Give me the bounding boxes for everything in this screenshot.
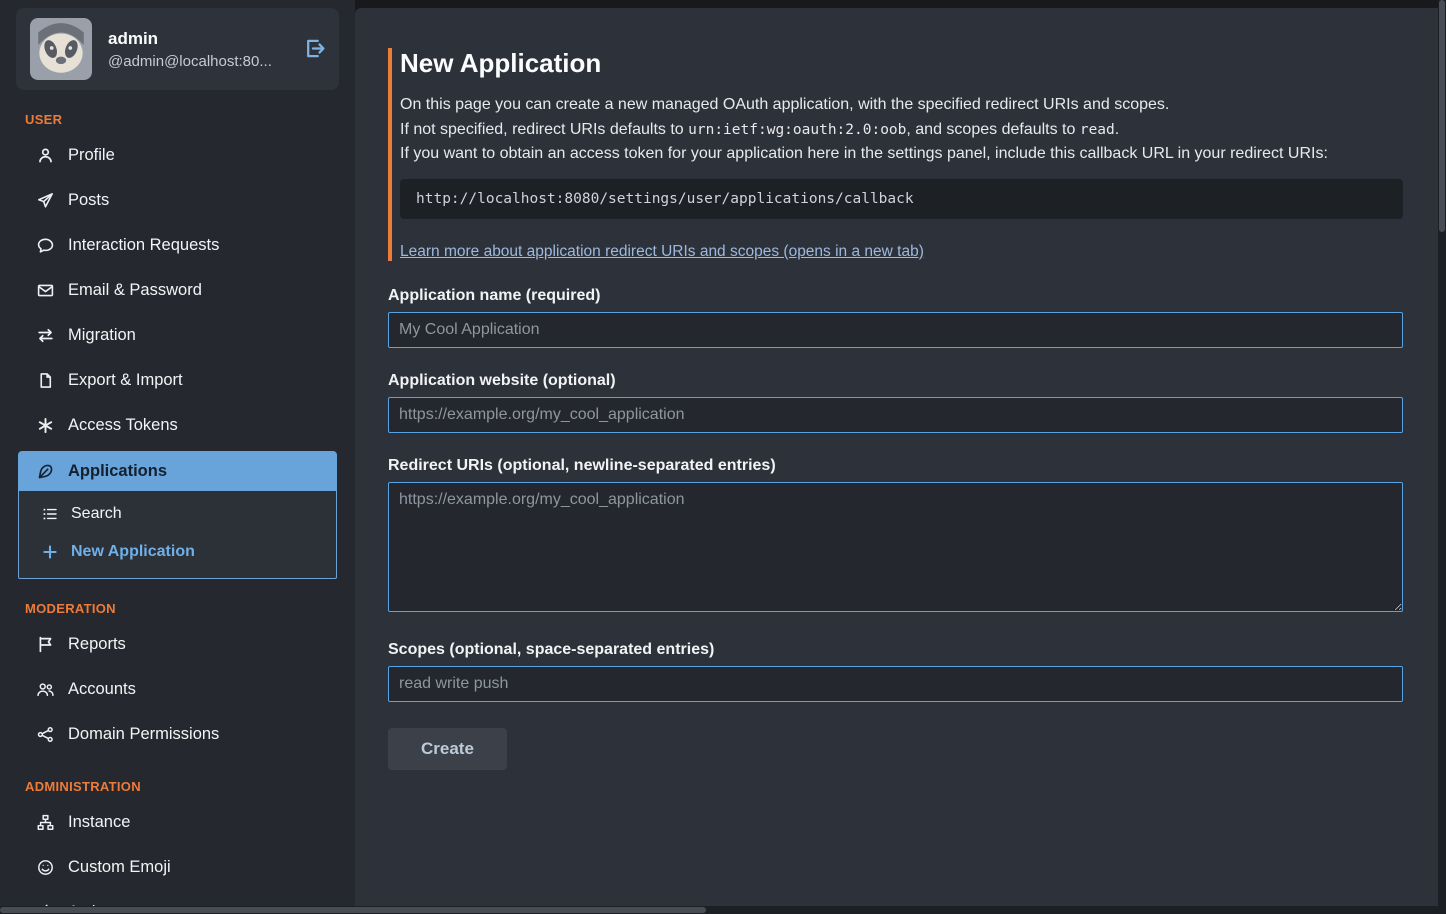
horizontal-scrollbar[interactable] [0,906,1446,914]
application-name-field: Application name (required) [388,287,1403,348]
sidebar-item-label: Migration [68,326,136,345]
comment-icon [36,237,55,254]
sidebar-item-label: Export & Import [68,371,183,390]
sidebar-item-new-application[interactable]: New Application [19,533,336,571]
flag-icon [36,636,55,653]
vertical-scrollbar[interactable] [1438,0,1446,914]
sidebar-item-applications[interactable]: Applications [18,451,337,491]
vertical-scrollbar-thumb[interactable] [1439,0,1445,232]
sidebar-item-label: Applications [68,462,167,481]
sidebar-item-label: Search [71,505,122,523]
sidebar-item-posts[interactable]: Posts [0,178,355,223]
redirect-uris-field: Redirect URIs (optional, newline-separat… [388,457,1403,617]
section-label-moderation: MODERATION [25,601,355,616]
default-scope-code: read [1080,122,1115,138]
sitemap-icon [36,814,55,831]
create-button[interactable]: Create [388,728,507,770]
users-icon [36,681,55,698]
intro-line-3: If you want to obtain an access token fo… [400,142,1403,167]
sidebar-item-domain-permissions[interactable]: Domain Permissions [0,712,355,757]
applications-submenu: Search New Application [18,491,337,579]
share-nodes-icon [36,726,55,743]
transfer-arrows-icon [36,327,55,344]
sidebar-item-interaction-requests[interactable]: Interaction Requests [0,223,355,268]
list-icon [41,506,59,522]
main-area: New Application On this page you can cre… [355,0,1438,906]
file-export-icon [36,372,55,389]
user-icon [36,147,55,164]
user-card[interactable]: admin @admin@localhost:80... [16,8,339,90]
feather-icon [36,463,55,480]
sidebar-item-email-password[interactable]: Email & Password [0,268,355,313]
sidebar-item-label: Domain Permissions [68,725,219,744]
sidebar-item-reports[interactable]: Reports [0,622,355,667]
plus-icon [41,544,59,560]
sidebar-item-export-import[interactable]: Export & Import [0,358,355,403]
intro-block: New Application On this page you can cre… [388,48,1403,261]
sign-out-icon[interactable] [304,38,325,59]
new-application-form: Application name (required) Application … [388,287,1403,770]
user-meta: admin @admin@localhost:80... [108,29,272,70]
sidebar-item-label: Interaction Requests [68,236,219,255]
redirect-uris-textarea[interactable] [388,482,1403,612]
sidebar-item-label: New Application [71,543,195,561]
sidebar-item-label: Email & Password [68,281,202,300]
sidebar-item-migration[interactable]: Migration [0,313,355,358]
sidebar-item-instance[interactable]: Instance [0,800,355,845]
sidebar-item-label: Custom Emoji [68,858,171,877]
scopes-input[interactable] [388,666,1403,702]
sidebar-item-label: Accounts [68,680,136,699]
sidebar-item-label: Instance [68,813,130,832]
sidebar: admin @admin@localhost:80... USER Profil… [0,0,355,914]
sidebar-item-profile[interactable]: Profile [0,133,355,178]
asterisk-icon [36,417,55,434]
field-label: Redirect URIs (optional, newline-separat… [388,457,1403,475]
sidebar-item-label: Access Tokens [68,416,178,435]
default-redirect-uri-code: urn:ietf:wg:oauth:2.0:oob [688,122,906,138]
field-label: Application name (required) [388,287,1403,305]
sidebar-item-label: Posts [68,191,109,210]
intro-line-1: On this page you can create a new manage… [400,93,1403,118]
page-title: New Application [400,48,1403,79]
horizontal-scrollbar-thumb[interactable] [0,907,706,913]
intro-line-2: If not specified, redirect URIs defaults… [400,118,1403,143]
sidebar-item-label: Profile [68,146,115,165]
user-name: admin [108,29,272,49]
application-name-input[interactable] [388,312,1403,348]
application-website-input[interactable] [388,397,1403,433]
sidebar-item-custom-emoji[interactable]: Custom Emoji [0,845,355,890]
avatar [30,18,92,80]
smile-icon [36,859,55,876]
paper-plane-icon [36,192,55,209]
envelope-icon [36,282,55,299]
user-handle: @admin@localhost:80... [108,53,272,70]
sidebar-item-applications-search[interactable]: Search [19,495,336,533]
section-label-administration: ADMINISTRATION [25,779,355,794]
field-label: Scopes (optional, space-separated entrie… [388,641,1403,659]
main-panel: New Application On this page you can cre… [355,8,1438,906]
sidebar-item-accounts[interactable]: Accounts [0,667,355,712]
field-label: Application website (optional) [388,372,1403,390]
scopes-field: Scopes (optional, space-separated entrie… [388,641,1403,702]
learn-more-link[interactable]: Learn more about application redirect UR… [400,243,924,261]
callback-url-code-block: http://localhost:8080/settings/user/appl… [400,179,1403,219]
sidebar-item-access-tokens[interactable]: Access Tokens [0,403,355,448]
sidebar-item-label: Reports [68,635,126,654]
application-website-field: Application website (optional) [388,372,1403,433]
section-label-user: USER [25,112,355,127]
